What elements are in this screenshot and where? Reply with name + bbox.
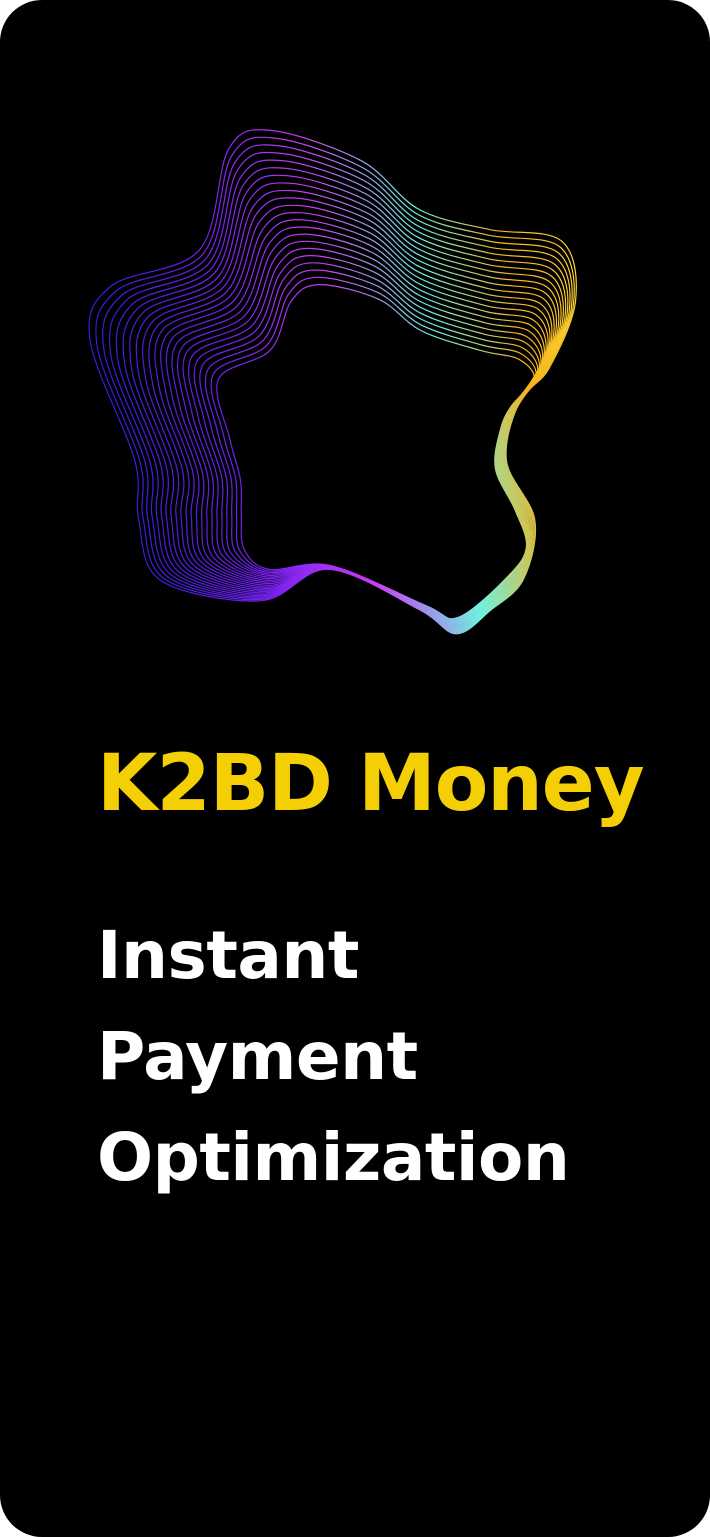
brand-title: K2BD Money — [97, 739, 645, 829]
wave-ring-line — [95, 136, 575, 634]
tagline-line-payment: Payment — [97, 1018, 418, 1095]
wave-ring-line — [165, 219, 551, 625]
wave-ring-line — [188, 247, 544, 622]
tagline: Instant Payment Optimization — [97, 905, 570, 1208]
wave-ring-line — [193, 254, 542, 622]
wave-ring-line — [102, 144, 573, 633]
tagline-line-instant: Instant — [97, 917, 359, 994]
wave-ring-line — [154, 204, 555, 626]
splash-screen: K2BD Money Instant Payment Optimization — [0, 0, 710, 1537]
wave-ring-line — [142, 189, 560, 628]
tagline-line-optimization: Optimization — [97, 1119, 570, 1196]
wave-ring-icon — [88, 129, 577, 635]
wave-ring-line — [171, 226, 549, 624]
